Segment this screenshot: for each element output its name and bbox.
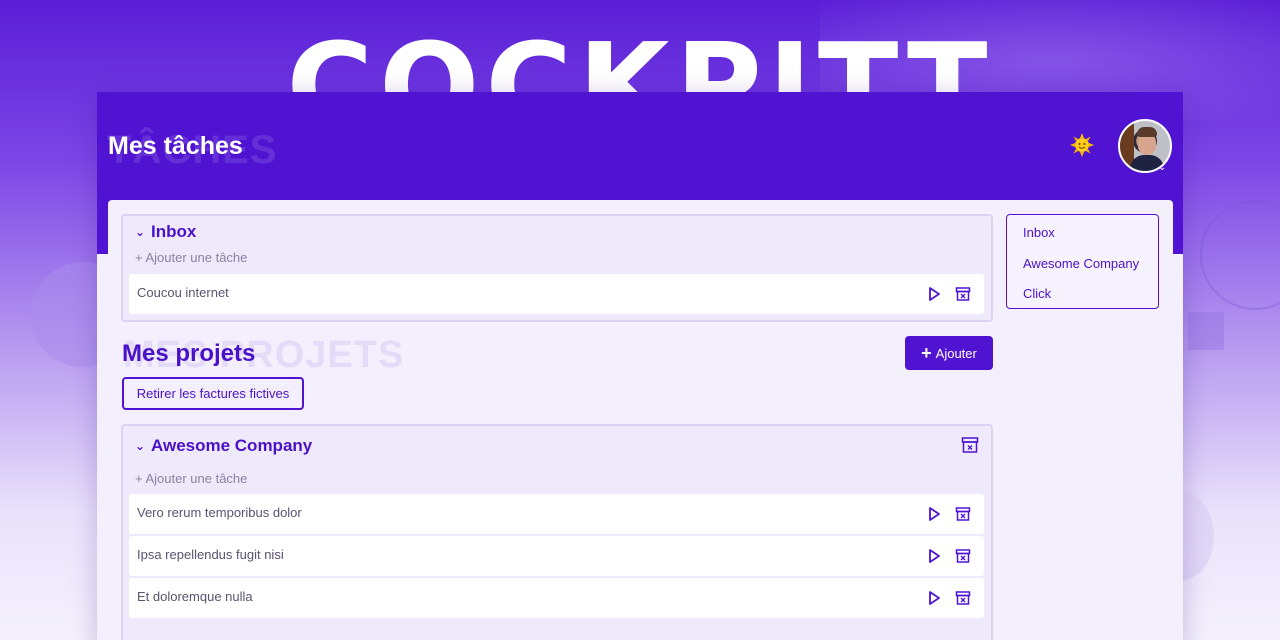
play-icon[interactable] (925, 285, 943, 303)
side-nav: Inbox Awesome Company Click (1006, 214, 1159, 309)
task-row[interactable]: Et doloremque nulla (129, 578, 984, 618)
task-row[interactable]: Ipsa repellendus fugit nisi (129, 536, 984, 576)
plus-icon: + (921, 343, 932, 363)
task-label: Coucou internet (137, 285, 229, 300)
side-nav-item-awesome-company[interactable]: Awesome Company (1023, 256, 1139, 271)
side-nav-item-click[interactable]: Click (1023, 286, 1051, 301)
page-title: Mes tâches (108, 132, 243, 160)
background-ring (1200, 200, 1280, 310)
archive-icon[interactable] (954, 505, 972, 523)
add-project-button[interactable]: + Ajouter (905, 336, 993, 370)
chevron-down-icon[interactable]: ⌄ (135, 439, 145, 453)
play-icon[interactable] (925, 547, 943, 565)
task-label: Vero rerum temporibus dolor (137, 505, 302, 520)
task-label: Et doloremque nulla (137, 589, 253, 604)
side-nav-item-inbox[interactable]: Inbox (1023, 225, 1055, 240)
task-row[interactable]: Coucou internet (129, 274, 984, 314)
project-header[interactable]: ⌄ Awesome Company (135, 436, 312, 456)
play-icon[interactable] (925, 505, 943, 523)
task-label: Ipsa repellendus fugit nisi (137, 547, 284, 562)
inbox-title: Inbox (151, 222, 197, 241)
project-card: ⌄ Awesome Company + Ajouter une tâche Ve… (121, 424, 993, 640)
add-task-button[interactable]: + Ajouter une tâche (135, 250, 247, 265)
add-project-label: Ajouter (935, 345, 977, 361)
hero-title: COCKPITT (286, 17, 994, 92)
background-square (1188, 312, 1224, 350)
archive-icon[interactable] (954, 547, 972, 565)
add-task-button[interactable]: + Ajouter une tâche (135, 471, 247, 486)
archive-project-icon[interactable] (961, 436, 979, 454)
remove-fake-invoices-button[interactable]: Retirer les factures fictives (122, 377, 304, 410)
archive-icon[interactable] (954, 589, 972, 607)
archive-icon[interactable] (954, 285, 972, 303)
play-icon[interactable] (925, 589, 943, 607)
task-row[interactable]: Vero rerum temporibus dolor (129, 494, 984, 534)
main-content: ⌄ Inbox + Ajouter une tâche Coucou inter… (108, 200, 1173, 640)
project-title: Awesome Company (151, 436, 313, 455)
app-window: TÂCHES Mes tâches ⌄ ⌄ Inbox + Ajouter un… (97, 92, 1183, 640)
chevron-down-icon[interactable]: ⌄ (135, 225, 145, 239)
projects-title: Mes projets (122, 340, 256, 367)
chevron-down-icon[interactable]: ⌄ (1158, 162, 1166, 173)
sun-icon[interactable] (1070, 133, 1094, 157)
inbox-card: ⌄ Inbox + Ajouter une tâche Coucou inter… (121, 214, 993, 322)
inbox-header[interactable]: ⌄ Inbox (135, 222, 196, 242)
